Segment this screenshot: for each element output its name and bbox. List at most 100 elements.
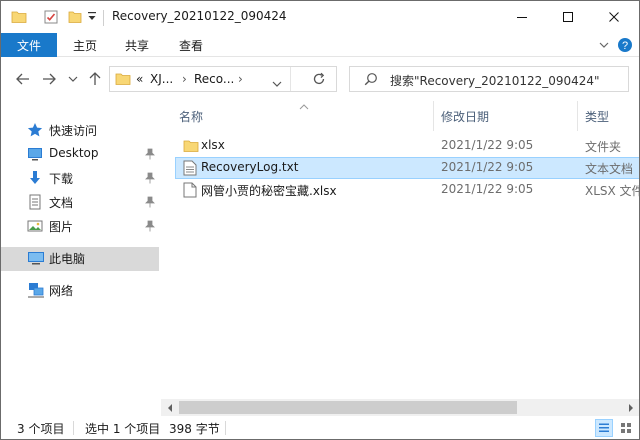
tab-view[interactable]: 查看 (179, 33, 203, 57)
sort-chevron-icon (299, 101, 309, 113)
tab-file[interactable]: 文件 (1, 33, 57, 57)
file-row[interactable]: RecoveryLog.txt 2021/1/22 9:05 文本文档 (175, 157, 639, 179)
file-name: xlsx (201, 138, 225, 152)
new-folder-icon[interactable] (67, 9, 83, 28)
column-divider[interactable] (433, 101, 434, 131)
maximize-icon (563, 12, 573, 22)
column-divider[interactable] (577, 101, 578, 131)
text-file-icon (183, 160, 197, 176)
navigation-bar: « XJ... › Reco... › 搜索"Recovery_20210122… (1, 57, 639, 101)
expand-ribbon-button[interactable] (597, 37, 611, 53)
document-icon (27, 194, 43, 210)
breadcrumb-item[interactable]: XJ... (150, 72, 173, 86)
tab-home[interactable]: 主页 (73, 33, 97, 57)
chevron-left-icon (167, 403, 172, 412)
search-placeholder: 搜索"Recovery_20210122_090424" (390, 74, 600, 88)
details-view-button[interactable] (595, 419, 613, 437)
pin-icon (145, 172, 155, 184)
status-size: 398 字节 (169, 422, 220, 436)
scroll-right-button[interactable] (622, 399, 639, 416)
title-bar: Recovery_20210122_090424 (1, 1, 639, 33)
close-icon (609, 12, 619, 22)
refresh-button[interactable] (312, 72, 326, 89)
sidebar-item-label: 文档 (49, 196, 74, 210)
status-separator (225, 421, 226, 435)
help-icon: ? (618, 38, 632, 52)
title-separator (103, 10, 104, 26)
sidebar-item-label: 图片 (49, 220, 74, 234)
folder-icon (11, 9, 27, 28)
file-row[interactable]: xlsx 2021/1/22 9:05 文件夹 (175, 135, 639, 157)
arrow-right-icon (43, 73, 56, 85)
network-icon (27, 282, 44, 298)
ribbon: 文件 主页 共享 查看 ? (1, 33, 639, 57)
breadcrumb-chevron-icon: › (238, 72, 243, 86)
minimize-icon (517, 17, 527, 18)
folder-icon (115, 71, 131, 90)
svg-text:?: ? (622, 40, 628, 52)
sidebar-item-downloads[interactable]: 下载 (1, 167, 159, 189)
sidebar-item-this-pc[interactable]: 此电脑 (1, 247, 159, 271)
tab-share[interactable]: 共享 (125, 33, 149, 57)
sidebar-item-network[interactable]: 网络 (1, 279, 159, 301)
chevron-right-icon (628, 403, 633, 412)
address-bar[interactable]: « XJ... › Reco... › (109, 66, 337, 92)
desktop-icon (27, 146, 43, 162)
file-date: 2021/1/22 9:05 (441, 182, 534, 196)
status-bar: 3 个项目 选中 1 个项目 398 字节 (1, 416, 639, 439)
large-icons-view-button[interactable] (617, 419, 635, 437)
computer-icon (27, 250, 44, 266)
minimize-button[interactable] (499, 1, 545, 33)
scroll-left-button[interactable] (161, 399, 178, 416)
search-icon (364, 72, 378, 89)
address-dropdown-button[interactable] (272, 76, 282, 90)
forward-button[interactable] (39, 69, 59, 89)
up-button[interactable] (85, 69, 105, 89)
arrow-left-icon (16, 73, 29, 85)
breadcrumb-item[interactable]: Reco... (194, 72, 234, 86)
sidebar-item-documents[interactable]: 文档 (1, 191, 159, 213)
customize-toolbar-icon[interactable] (87, 11, 97, 26)
column-header-type[interactable]: 类型 (585, 101, 609, 131)
sidebar-item-label: 快速访问 (49, 124, 98, 138)
recent-locations-button[interactable] (63, 69, 83, 89)
sidebar-item-pictures[interactable]: 图片 (1, 215, 159, 237)
chevron-down-icon (68, 76, 78, 82)
file-date: 2021/1/22 9:05 (441, 138, 534, 152)
file-name: RecoveryLog.txt (201, 160, 299, 174)
file-type: 文本文档 (585, 162, 634, 176)
column-header-date[interactable]: 修改日期 (441, 101, 489, 131)
pin-icon (145, 220, 155, 232)
scrollbar-thumb[interactable] (179, 401, 517, 414)
close-button[interactable] (591, 1, 637, 33)
column-header-name[interactable]: 名称 (179, 101, 203, 131)
file-row[interactable]: 网管小贾的秘密宝藏.xlsx 2021/1/22 9:05 XLSX 文件 (175, 179, 639, 201)
details-view-icon (599, 423, 609, 432)
breadcrumb-overflow[interactable]: « (136, 72, 143, 86)
chevron-down-icon (272, 81, 282, 87)
download-icon (27, 170, 43, 186)
search-box[interactable]: 搜索"Recovery_20210122_090424" (349, 66, 629, 92)
back-button[interactable] (13, 69, 33, 89)
horizontal-scrollbar[interactable] (161, 399, 639, 416)
maximize-button[interactable] (545, 1, 591, 33)
properties-icon[interactable] (43, 9, 59, 28)
file-icon (183, 182, 197, 198)
status-separator (73, 421, 74, 435)
window-title: Recovery_20210122_090424 (112, 9, 287, 23)
chevron-down-icon (599, 42, 609, 48)
help-button[interactable]: ? (617, 37, 633, 53)
explorer-window: Recovery_20210122_090424 文件 主页 共享 查看 ? «… (0, 0, 640, 440)
sidebar-item-quick-access[interactable]: 快速访问 (1, 119, 159, 141)
breadcrumb-chevron-icon: › (182, 72, 187, 86)
file-date: 2021/1/22 9:05 (441, 160, 534, 174)
status-item-count: 3 个项目 (17, 422, 65, 436)
refresh-icon (313, 72, 325, 85)
sidebar-item-desktop[interactable]: Desktop (1, 143, 159, 165)
status-selection: 选中 1 个项目 (85, 422, 161, 436)
navigation-pane: 快速访问 Desktop 下载 文档 图片 此电脑 网络 (1, 101, 161, 415)
file-type: 文件夹 (585, 140, 622, 154)
address-divider (290, 67, 291, 91)
sidebar-item-label: Desktop (49, 146, 99, 160)
folder-icon (183, 138, 199, 154)
